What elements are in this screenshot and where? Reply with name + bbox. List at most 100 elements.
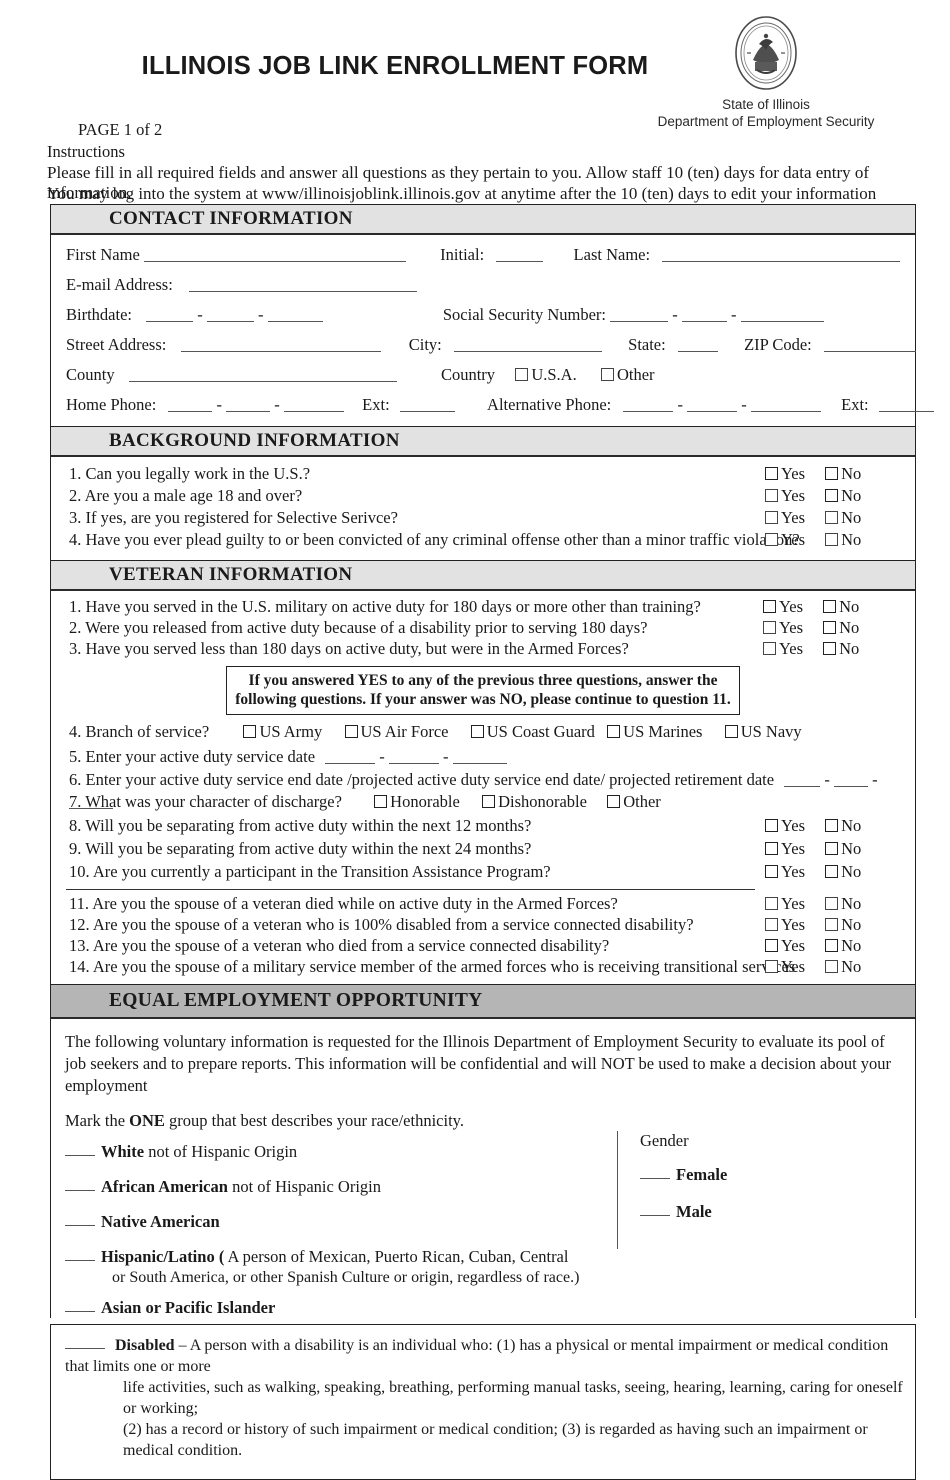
birthdate-day-input[interactable]	[206, 304, 254, 322]
background-q1-no-checkbox[interactable]	[825, 467, 839, 480]
veteran-q14-yes-checkbox[interactable]	[765, 960, 778, 973]
background-q2-yes-checkbox[interactable]	[765, 489, 778, 502]
home-phone-prefix-input[interactable]	[226, 394, 271, 412]
active-duty-start-month-input[interactable]	[325, 746, 376, 764]
active-duty-end-day-input[interactable]	[833, 769, 868, 787]
disabled-blank[interactable]	[65, 1336, 105, 1349]
active-duty-start-year-input[interactable]	[452, 746, 507, 764]
discharge-other-checkbox[interactable]	[607, 795, 621, 808]
ssn-part3-input[interactable]	[740, 304, 824, 322]
veteran-q11-no-checkbox[interactable]	[825, 897, 839, 910]
alt-phone-label: Alternative Phone:	[487, 395, 612, 414]
veteran-question-text: 9. Will you be separating from active du…	[69, 839, 532, 858]
race-african-american-blank[interactable]	[65, 1178, 95, 1191]
veteran-q13-yes-checkbox[interactable]	[765, 939, 778, 952]
branch-us-coast-guard-label: US Coast Guard	[486, 722, 595, 741]
veteran-q12-yes-checkbox[interactable]	[765, 918, 778, 931]
veteran-q10-yes-checkbox[interactable]	[765, 865, 778, 878]
home-phone-area-input[interactable]	[168, 394, 213, 412]
ssn-part1-input[interactable]	[610, 304, 669, 322]
alt-phone-area-input[interactable]	[623, 394, 674, 412]
veteran-q8-no-checkbox[interactable]	[825, 819, 839, 832]
veteran-q2-yes-checkbox[interactable]	[763, 621, 776, 634]
branch-us-coast-guard-checkbox[interactable]	[470, 725, 484, 738]
gender-option-male[interactable]: Male	[640, 1202, 897, 1222]
veteran-q2-no-checkbox[interactable]	[823, 621, 837, 634]
street-address-input[interactable]	[180, 334, 381, 352]
veteran-q3-yes-checkbox[interactable]	[763, 642, 776, 655]
veteran-q8-yes-checkbox[interactable]	[765, 819, 778, 832]
race-option-hispanic-latino[interactable]: Hispanic/Latino ( A person of Mexican, P…	[65, 1246, 625, 1288]
branch-us-marines-checkbox[interactable]	[607, 725, 621, 738]
disabled-line-3: (2) has a record or history of such impa…	[123, 1421, 868, 1459]
race-white-blank[interactable]	[65, 1143, 95, 1156]
veteran-q1-no-checkbox[interactable]	[823, 600, 837, 613]
state-input[interactable]	[677, 334, 718, 352]
veteran-q9-yes-checkbox[interactable]	[765, 842, 778, 855]
branch-us-army-checkbox[interactable]	[243, 725, 257, 738]
agency-department-line: Department of Employment Security	[657, 114, 875, 129]
alt-phone-line-input[interactable]	[750, 394, 821, 412]
first-name-input[interactable]	[143, 244, 406, 262]
discharge-dishonorable-checkbox[interactable]	[482, 795, 496, 808]
disabled-line-2: life activities, such as walking, speaki…	[123, 1379, 903, 1417]
veteran-q11-yes-checkbox[interactable]	[765, 897, 778, 910]
q6-dash-2: -	[872, 770, 878, 789]
veteran-q9-no-checkbox[interactable]	[825, 842, 839, 855]
veteran-q10-no-label: No	[841, 862, 862, 881]
background-q1-yes-checkbox[interactable]	[765, 467, 778, 480]
race-asian-pacific-islander-blank[interactable]	[65, 1299, 95, 1312]
race-option-asian-pacific-islander[interactable]: Asian or Pacific Islander	[65, 1297, 625, 1318]
race-asian-pacific-islander-label: Asian or Pacific Islander	[101, 1298, 276, 1317]
background-q4-yes-checkbox[interactable]	[765, 533, 778, 546]
city-input[interactable]	[453, 334, 602, 352]
birthdate-month-input[interactable]	[146, 304, 194, 322]
active-duty-end-month-input[interactable]	[784, 769, 821, 787]
gender-option-female[interactable]: Female	[640, 1165, 897, 1185]
zip-code-input[interactable]	[823, 334, 916, 352]
country-usa-checkbox[interactable]	[515, 368, 529, 381]
veteran-q1-yes-checkbox[interactable]	[763, 600, 776, 613]
ssn-part2-input[interactable]	[681, 304, 727, 322]
home-phone-ext-input[interactable]	[399, 394, 455, 412]
veteran-q5-row: 5. Enter your active duty service date -…	[51, 746, 915, 769]
active-duty-start-day-input[interactable]	[388, 746, 439, 764]
veteran-q10-no-checkbox[interactable]	[825, 865, 839, 878]
race-option-white[interactable]: White not of Hispanic Origin	[65, 1141, 625, 1162]
race-native-american-blank[interactable]	[65, 1213, 95, 1226]
home-phone-line-input[interactable]	[283, 394, 344, 412]
branch-us-navy-checkbox[interactable]	[724, 725, 738, 738]
veteran-q13-no-checkbox[interactable]	[825, 939, 839, 952]
email-input[interactable]	[188, 274, 417, 292]
background-q3-yes-checkbox[interactable]	[765, 511, 778, 524]
background-q4-no-checkbox[interactable]	[825, 533, 839, 546]
disability-option[interactable]: Disabled – A person with a disability is…	[65, 1335, 905, 1461]
gender-female-blank[interactable]	[640, 1166, 670, 1179]
discharge-honorable-checkbox[interactable]	[374, 795, 388, 808]
race-option-native-american[interactable]: Native American	[65, 1211, 625, 1232]
veteran-q3-no-checkbox[interactable]	[823, 642, 837, 655]
last-name-label: Last Name:	[573, 245, 651, 264]
race-option-african-american[interactable]: African American not of Hispanic Origin	[65, 1176, 625, 1197]
background-q2-yes-label: Yes	[781, 486, 806, 505]
initial-input[interactable]	[496, 244, 544, 262]
veteran-q14-no-checkbox[interactable]	[825, 960, 839, 973]
branch-us-air-force-label: US Air Force	[360, 722, 449, 741]
birthdate-dash-2: -	[257, 305, 264, 324]
background-q2-no-checkbox[interactable]	[825, 489, 839, 502]
veteran-q12-no-checkbox[interactable]	[825, 918, 839, 931]
agency-state-line: State of Illinois	[722, 97, 810, 112]
birthdate-year-input[interactable]	[267, 304, 323, 322]
background-q3-no-checkbox[interactable]	[825, 511, 839, 524]
last-name-input[interactable]	[662, 244, 901, 262]
alt-phone-ext-input[interactable]	[878, 394, 934, 412]
branch-us-marines-label: US Marines	[623, 722, 703, 741]
branch-us-air-force-checkbox[interactable]	[344, 725, 358, 738]
alt-phone-prefix-input[interactable]	[687, 394, 738, 412]
county-input[interactable]	[128, 364, 397, 382]
race-hispanic-latino-blank[interactable]	[65, 1248, 95, 1261]
background-question-row: 4. Have you ever plead guilty to or been…	[51, 530, 915, 552]
gender-male-blank[interactable]	[640, 1203, 670, 1216]
state-of-illinois-seal-icon	[733, 14, 799, 92]
country-other-checkbox[interactable]	[600, 368, 614, 381]
